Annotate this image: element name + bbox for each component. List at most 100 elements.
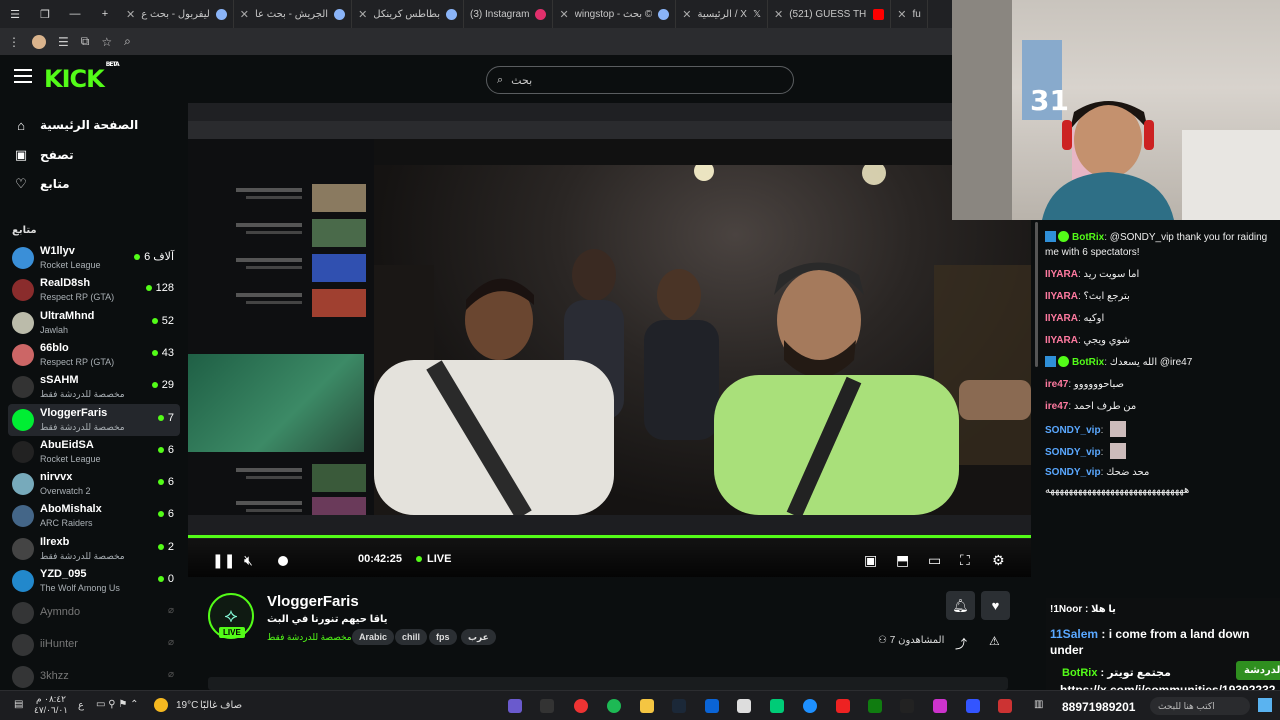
channel-name[interactable]: VloggerFaris — [267, 593, 359, 610]
notifications-button[interactable]: 🔔︎ — [946, 591, 975, 620]
kick-logo[interactable]: KICKBETA — [44, 61, 120, 93]
xbox-icon[interactable] — [868, 699, 882, 713]
settings-icon[interactable]: ⚙ — [992, 552, 1005, 569]
tag[interactable]: عرب — [461, 629, 496, 645]
close-icon[interactable]: ✕ — [897, 8, 906, 21]
volume-slider[interactable] — [278, 556, 288, 566]
chat-username[interactable]: BotRix — [1072, 232, 1104, 243]
star-icon[interactable]: ☆ — [101, 35, 112, 49]
minimize-icon[interactable]: — — [60, 8, 90, 20]
share-icon[interactable]: ⤴ — [955, 635, 967, 652]
sidebar-channel[interactable]: W1llyv Rocket League 6 آلاف — [8, 242, 180, 274]
close-icon[interactable]: ✕ — [126, 8, 135, 21]
sidebar-channel[interactable]: RealD8sh Respect RP (GTA) 128 — [8, 274, 180, 306]
chat-username[interactable]: IIYARA — [1045, 335, 1078, 346]
miniplayer-icon[interactable]: ▣ — [864, 552, 877, 569]
tag[interactable]: Arabic — [352, 629, 395, 645]
app-icon[interactable] — [836, 699, 850, 713]
spotify-icon[interactable] — [607, 699, 621, 713]
close-icon[interactable]: ✕ — [358, 8, 367, 21]
task-view-icon[interactable]: ▥ — [1034, 699, 1043, 710]
tag[interactable]: fps — [429, 629, 457, 645]
sidebar-channel[interactable]: Ilrexb مخصصة للدردشة فقط 2 — [8, 533, 180, 565]
mute-icon[interactable]: 🔇︎ — [244, 552, 253, 569]
sidebar-channel[interactable]: VloggerFaris مخصصة للدردشة فقط 7 — [8, 403, 180, 436]
chat-username[interactable]: ire47 — [1045, 401, 1068, 412]
zoom-icon[interactable]: ⌕ — [124, 34, 131, 49]
follow-button[interactable]: ♥ — [981, 591, 1010, 620]
sidebar-channel[interactable]: 66blo Respect RP (GTA) 43 — [8, 339, 180, 371]
chat-username[interactable]: IIYARA — [1045, 313, 1078, 324]
taskbar-search[interactable]: اكتب هنا للبحث — [1150, 697, 1250, 715]
app-icon[interactable] — [966, 699, 980, 713]
browser-tab[interactable]: ✕ (521) GUESS THE — [768, 0, 892, 28]
chat-username[interactable]: SONDY_vip — [1045, 447, 1101, 458]
weather-temp[interactable]: 19°C — [176, 700, 198, 711]
chat-username[interactable]: ire47 — [1045, 379, 1068, 390]
app-icon[interactable] — [770, 699, 784, 713]
nav-following[interactable]: ♡ متابع — [14, 173, 69, 195]
chat-scrollbar[interactable] — [1035, 222, 1038, 367]
sidebar-channel[interactable]: AboMishalx ARC Raiders 6 — [8, 500, 180, 532]
search-input[interactable]: ⌕ بحث — [486, 66, 794, 94]
notification-icon[interactable]: ▤ — [14, 699, 23, 710]
more-icon[interactable]: ⋮ — [8, 35, 20, 49]
sidebar-channel[interactable]: AbuEidSA Rocket League 6 — [8, 436, 180, 468]
fullscreen-icon[interactable]: ⛶ — [960, 552, 970, 569]
theater-icon[interactable]: ▭ — [928, 552, 941, 569]
language-indicator[interactable]: ع — [78, 700, 84, 711]
window-menu-icon[interactable]: ☰ — [0, 8, 30, 21]
clip-icon[interactable]: ⬒ — [896, 552, 909, 569]
chat-username[interactable]: SONDY_vip — [1045, 467, 1101, 478]
sidebar-channel[interactable]: YZD_095 The Wolf Among Us 0 — [8, 565, 180, 597]
chat-username[interactable]: IIYARA — [1045, 291, 1078, 302]
tag[interactable]: chill — [395, 629, 428, 645]
steam-icon[interactable] — [672, 699, 686, 713]
progress-bar[interactable] — [188, 535, 1031, 538]
sidebar-channel[interactable]: nirvvx Overwatch 26 — [8, 468, 180, 500]
chrome-icon[interactable] — [574, 699, 588, 713]
edge-icon[interactable] — [803, 699, 817, 713]
close-icon[interactable]: ✕ — [559, 8, 568, 21]
browser-tab[interactable]: ✕ الرئيسية / X𝕏 — [676, 0, 768, 28]
sidebar-channel-offline[interactable]: 3khzz ⌀ — [8, 661, 180, 693]
report-icon[interactable]: ⚠ — [989, 634, 1000, 648]
store-icon[interactable] — [737, 699, 751, 713]
browser-tab[interactable]: ✕ ليفربول - بحث ع — [120, 0, 234, 28]
clock[interactable]: ٠٨:٤٢ م ٤٧/٠٦/٠١ — [34, 694, 68, 716]
chat-button[interactable]: الدردشة — [1236, 661, 1280, 680]
browser-tab[interactable]: ✕ الجريش - بحث عا — [234, 0, 353, 28]
extensions-icon[interactable]: ⧉ — [81, 34, 90, 49]
stream-category[interactable]: مخصصة للدردشة فقط — [267, 632, 352, 643]
sidebar-channel-offline[interactable]: iiHunter ⌀ — [8, 629, 180, 661]
menu-icon[interactable] — [14, 69, 32, 83]
browser-tab[interactable]: ✕ fu — [891, 0, 928, 28]
app-icon[interactable] — [933, 699, 947, 713]
tray-icons[interactable]: ▭ ⚲ ⚑ ⌃ — [96, 699, 138, 710]
weather-text[interactable]: صاف غالبًا — [200, 700, 242, 711]
chat-username[interactable]: IIYARA — [1045, 269, 1078, 280]
app-icon[interactable] — [900, 699, 914, 713]
reading-list-icon[interactable]: ☰ — [58, 35, 69, 49]
nav-browse[interactable]: ▣ تصفح — [14, 144, 74, 166]
restore-icon[interactable]: ❐ — [30, 8, 60, 21]
sidebar-channel-offline[interactable]: Aymndo ⌀ — [8, 597, 180, 629]
sidebar-channel[interactable]: UltraMhnd Jawlah 52 — [8, 307, 180, 339]
profile-icon[interactable] — [32, 34, 46, 49]
browser-tab[interactable]: ✕ بطاطس كرينكل — [352, 0, 464, 28]
chat-username[interactable]: SONDY_vip — [1045, 425, 1101, 436]
windows-icon[interactable] — [1258, 698, 1272, 712]
nav-home[interactable]: ⌂ الصفحة الرئيسية — [14, 114, 138, 136]
close-icon[interactable]: ✕ — [240, 8, 249, 21]
weather-icon[interactable] — [154, 698, 168, 712]
close-icon[interactable]: ✕ — [774, 8, 783, 21]
chat-username[interactable]: BotRix — [1072, 357, 1104, 368]
mail-icon[interactable] — [705, 699, 719, 713]
browser-tab[interactable]: ✕ wingstop - بحث © — [553, 0, 677, 28]
close-icon[interactable]: ✕ — [682, 8, 691, 21]
app-icon[interactable] — [508, 699, 522, 713]
file-explorer-icon[interactable] — [640, 699, 654, 713]
pause-icon[interactable]: ❚❚ — [212, 552, 235, 569]
app-icon[interactable] — [998, 699, 1012, 713]
sidebar-channel[interactable]: sSAHM مخصصة للدردشة فقط 29 — [8, 371, 180, 403]
